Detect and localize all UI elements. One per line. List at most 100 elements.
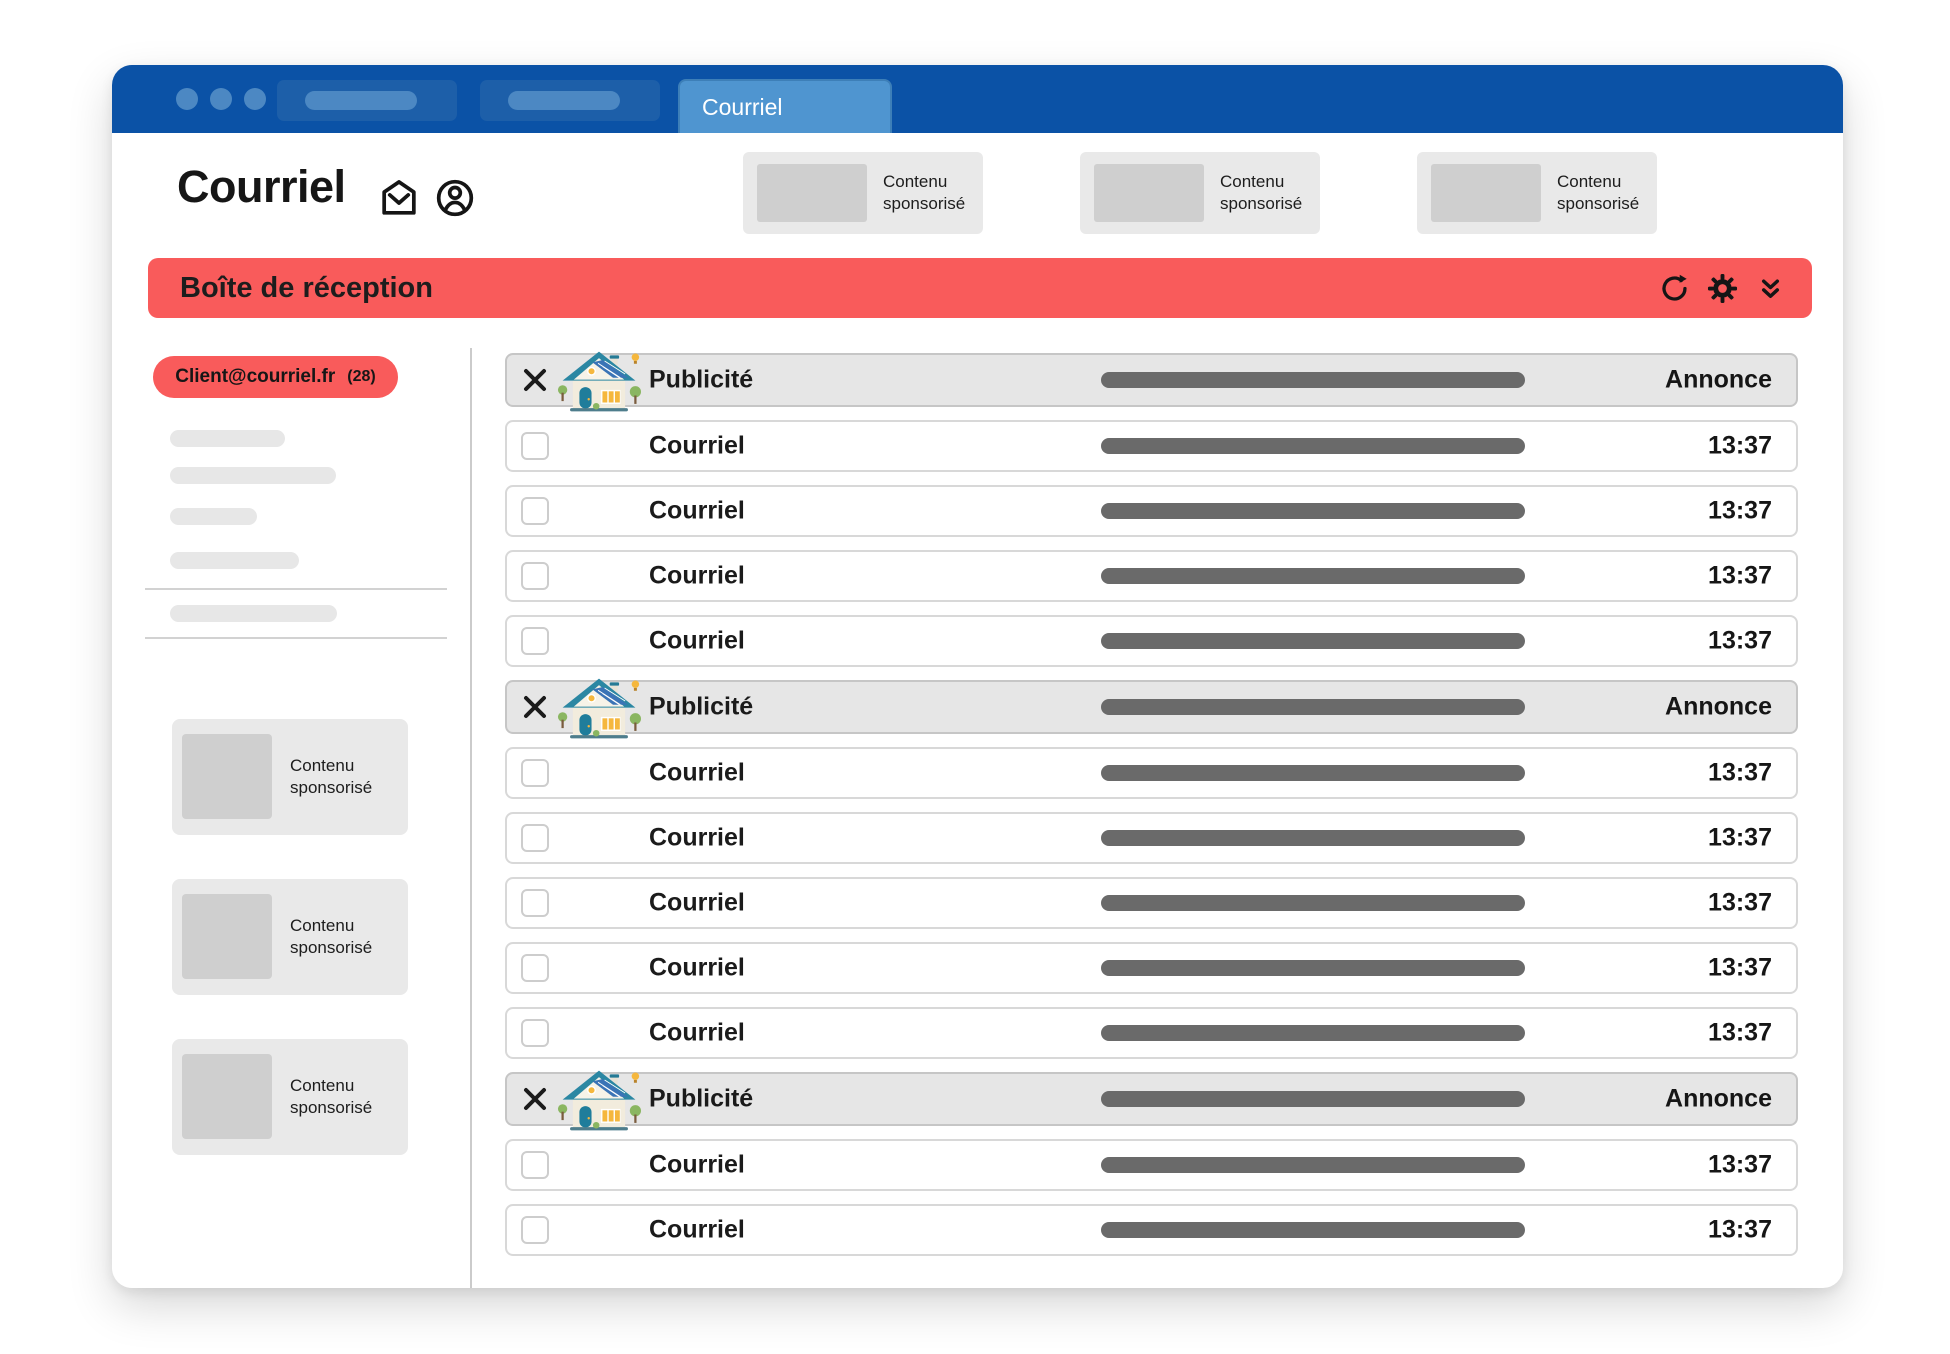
email-checkbox[interactable] bbox=[521, 432, 549, 460]
sponsored-image-placeholder bbox=[182, 734, 272, 819]
sidebar-divider bbox=[145, 637, 447, 639]
content-placeholder-bar bbox=[1101, 372, 1525, 388]
mail-list: Publicité Annonce Courriel 13:37 Courriel 13:… bbox=[505, 65, 1798, 1288]
sponsored-label: Contenu sponsorisé bbox=[290, 915, 390, 959]
email-subject-label: Courriel bbox=[649, 1151, 745, 1180]
content-placeholder-bar bbox=[1101, 699, 1525, 715]
sponsored-image-placeholder bbox=[182, 894, 272, 979]
content-placeholder-bar bbox=[1101, 503, 1525, 519]
email-time: 13:37 bbox=[1708, 1151, 1772, 1180]
email-row[interactable]: Courriel13:37 bbox=[505, 812, 1798, 864]
email-checkbox[interactable] bbox=[521, 562, 549, 590]
email-time: 13:37 bbox=[1708, 889, 1772, 918]
email-subject-label: Courriel bbox=[649, 432, 745, 461]
sidebar-placeholder-bar bbox=[170, 430, 285, 447]
email-row[interactable]: Courriel 13:37 bbox=[505, 1139, 1798, 1191]
email-time: 13:37 bbox=[1708, 497, 1772, 526]
sponsored-content-box[interactable]: Contenu sponsorisé bbox=[172, 879, 408, 995]
email-checkbox[interactable] bbox=[521, 824, 549, 852]
email-checkbox[interactable] bbox=[521, 954, 549, 982]
ad-badge: Annonce bbox=[1665, 693, 1772, 722]
sidebar-placeholder-bar bbox=[170, 508, 257, 525]
ad-row[interactable]: Publicité Annonce bbox=[505, 680, 1798, 734]
email-subject-label: Courriel bbox=[649, 1019, 745, 1048]
account-badge[interactable]: Client@courriel.fr (28) bbox=[153, 356, 398, 398]
content-placeholder-bar bbox=[1101, 765, 1525, 781]
email-checkbox[interactable] bbox=[521, 1216, 549, 1244]
window-control-dot[interactable] bbox=[210, 88, 232, 110]
email-subject-label: Courriel bbox=[649, 562, 745, 591]
sponsored-label: Contenu sponsorisé bbox=[290, 755, 390, 799]
window-control-dot[interactable] bbox=[244, 88, 266, 110]
ad-house-image bbox=[557, 1067, 641, 1134]
browser-window: Courriel Courriel Contenu sponsorisé Cont… bbox=[112, 65, 1843, 1288]
email-subject-label: Courriel bbox=[649, 627, 745, 656]
content-placeholder-bar bbox=[1101, 1025, 1525, 1041]
content-placeholder-bar bbox=[1101, 830, 1525, 846]
email-row[interactable]: Courriel 13:37 bbox=[505, 942, 1798, 994]
content-placeholder-bar bbox=[1101, 1091, 1525, 1107]
ad-label: Publicité bbox=[649, 366, 753, 395]
email-subject-label: Courriel bbox=[649, 1216, 745, 1245]
sidebar-divider bbox=[145, 588, 447, 590]
ad-badge: Annonce bbox=[1665, 1085, 1772, 1114]
ad-row[interactable]: Publicité Annonce bbox=[505, 1072, 1798, 1126]
content-placeholder-bar bbox=[1101, 895, 1525, 911]
content-placeholder-bar bbox=[1101, 1222, 1525, 1238]
email-row[interactable]: Courriel13:37 bbox=[505, 1204, 1798, 1256]
sponsored-content-box[interactable]: Contenu sponsorisé bbox=[172, 1039, 408, 1155]
email-subject-label: Courriel bbox=[649, 497, 745, 526]
email-checkbox[interactable] bbox=[521, 627, 549, 655]
ad-house-image bbox=[557, 675, 641, 742]
email-row[interactable]: Courriel 13:37 bbox=[505, 615, 1798, 667]
ad-label: Publicité bbox=[649, 693, 753, 722]
email-time: 13:37 bbox=[1708, 432, 1772, 461]
sidebar-list-divider bbox=[470, 348, 472, 1288]
app-title: Courriel bbox=[177, 161, 346, 213]
email-checkbox[interactable] bbox=[521, 759, 549, 787]
email-time: 13:37 bbox=[1708, 627, 1772, 656]
unread-count: (28) bbox=[347, 368, 375, 386]
email-subject-label: Courriel bbox=[649, 759, 745, 788]
email-time: 13:37 bbox=[1708, 954, 1772, 983]
tab-placeholder-label-bar bbox=[305, 91, 417, 110]
close-ad-button[interactable] bbox=[520, 692, 550, 722]
ad-label: Publicité bbox=[649, 1085, 753, 1114]
sidebar-placeholder-bar bbox=[170, 467, 336, 484]
email-checkbox[interactable] bbox=[521, 497, 549, 525]
email-checkbox[interactable] bbox=[521, 889, 549, 917]
window-control-dot[interactable] bbox=[176, 88, 198, 110]
email-subject-label: Courriel bbox=[649, 954, 745, 983]
email-subject-label: Courriel bbox=[649, 889, 745, 918]
sidebar-placeholder-bar bbox=[170, 552, 299, 569]
email-time: 13:37 bbox=[1708, 1019, 1772, 1048]
page-background: Courriel Courriel Contenu sponsorisé Cont… bbox=[0, 0, 1950, 1354]
account-email: Client@courriel.fr bbox=[175, 366, 335, 388]
account-icon[interactable] bbox=[434, 177, 476, 219]
content-placeholder-bar bbox=[1101, 960, 1525, 976]
email-subject-label: Courriel bbox=[649, 824, 745, 853]
email-row[interactable]: Courriel 13:37 bbox=[505, 877, 1798, 929]
tab-placeholder[interactable] bbox=[277, 80, 457, 121]
close-ad-button[interactable] bbox=[520, 365, 550, 395]
sponsored-content-box[interactable]: Contenu sponsorisé bbox=[172, 719, 408, 835]
content-placeholder-bar bbox=[1101, 1157, 1525, 1173]
email-row[interactable]: Courriel 13:37 bbox=[505, 550, 1798, 602]
inbox-title: Boîte de réception bbox=[148, 272, 433, 305]
email-time: 13:37 bbox=[1708, 759, 1772, 788]
email-time: 13:37 bbox=[1708, 562, 1772, 591]
email-row[interactable]: Courriel 13:37 bbox=[505, 485, 1798, 537]
content-placeholder-bar bbox=[1101, 568, 1525, 584]
email-checkbox[interactable] bbox=[521, 1019, 549, 1047]
ad-row[interactable]: PublicitéAnnonce bbox=[505, 353, 1798, 407]
mail-icon[interactable] bbox=[378, 177, 420, 219]
sponsored-image-placeholder bbox=[182, 1054, 272, 1139]
email-row[interactable]: Courriel 13:37 bbox=[505, 420, 1798, 472]
sponsored-label: Contenu sponsorisé bbox=[290, 1075, 390, 1119]
content-placeholder-bar bbox=[1101, 438, 1525, 454]
window-controls bbox=[176, 88, 266, 110]
email-checkbox[interactable] bbox=[521, 1151, 549, 1179]
email-row[interactable]: Courriel 13:37 bbox=[505, 747, 1798, 799]
close-ad-button[interactable] bbox=[520, 1084, 550, 1114]
email-row[interactable]: Courriel 13:37 bbox=[505, 1007, 1798, 1059]
